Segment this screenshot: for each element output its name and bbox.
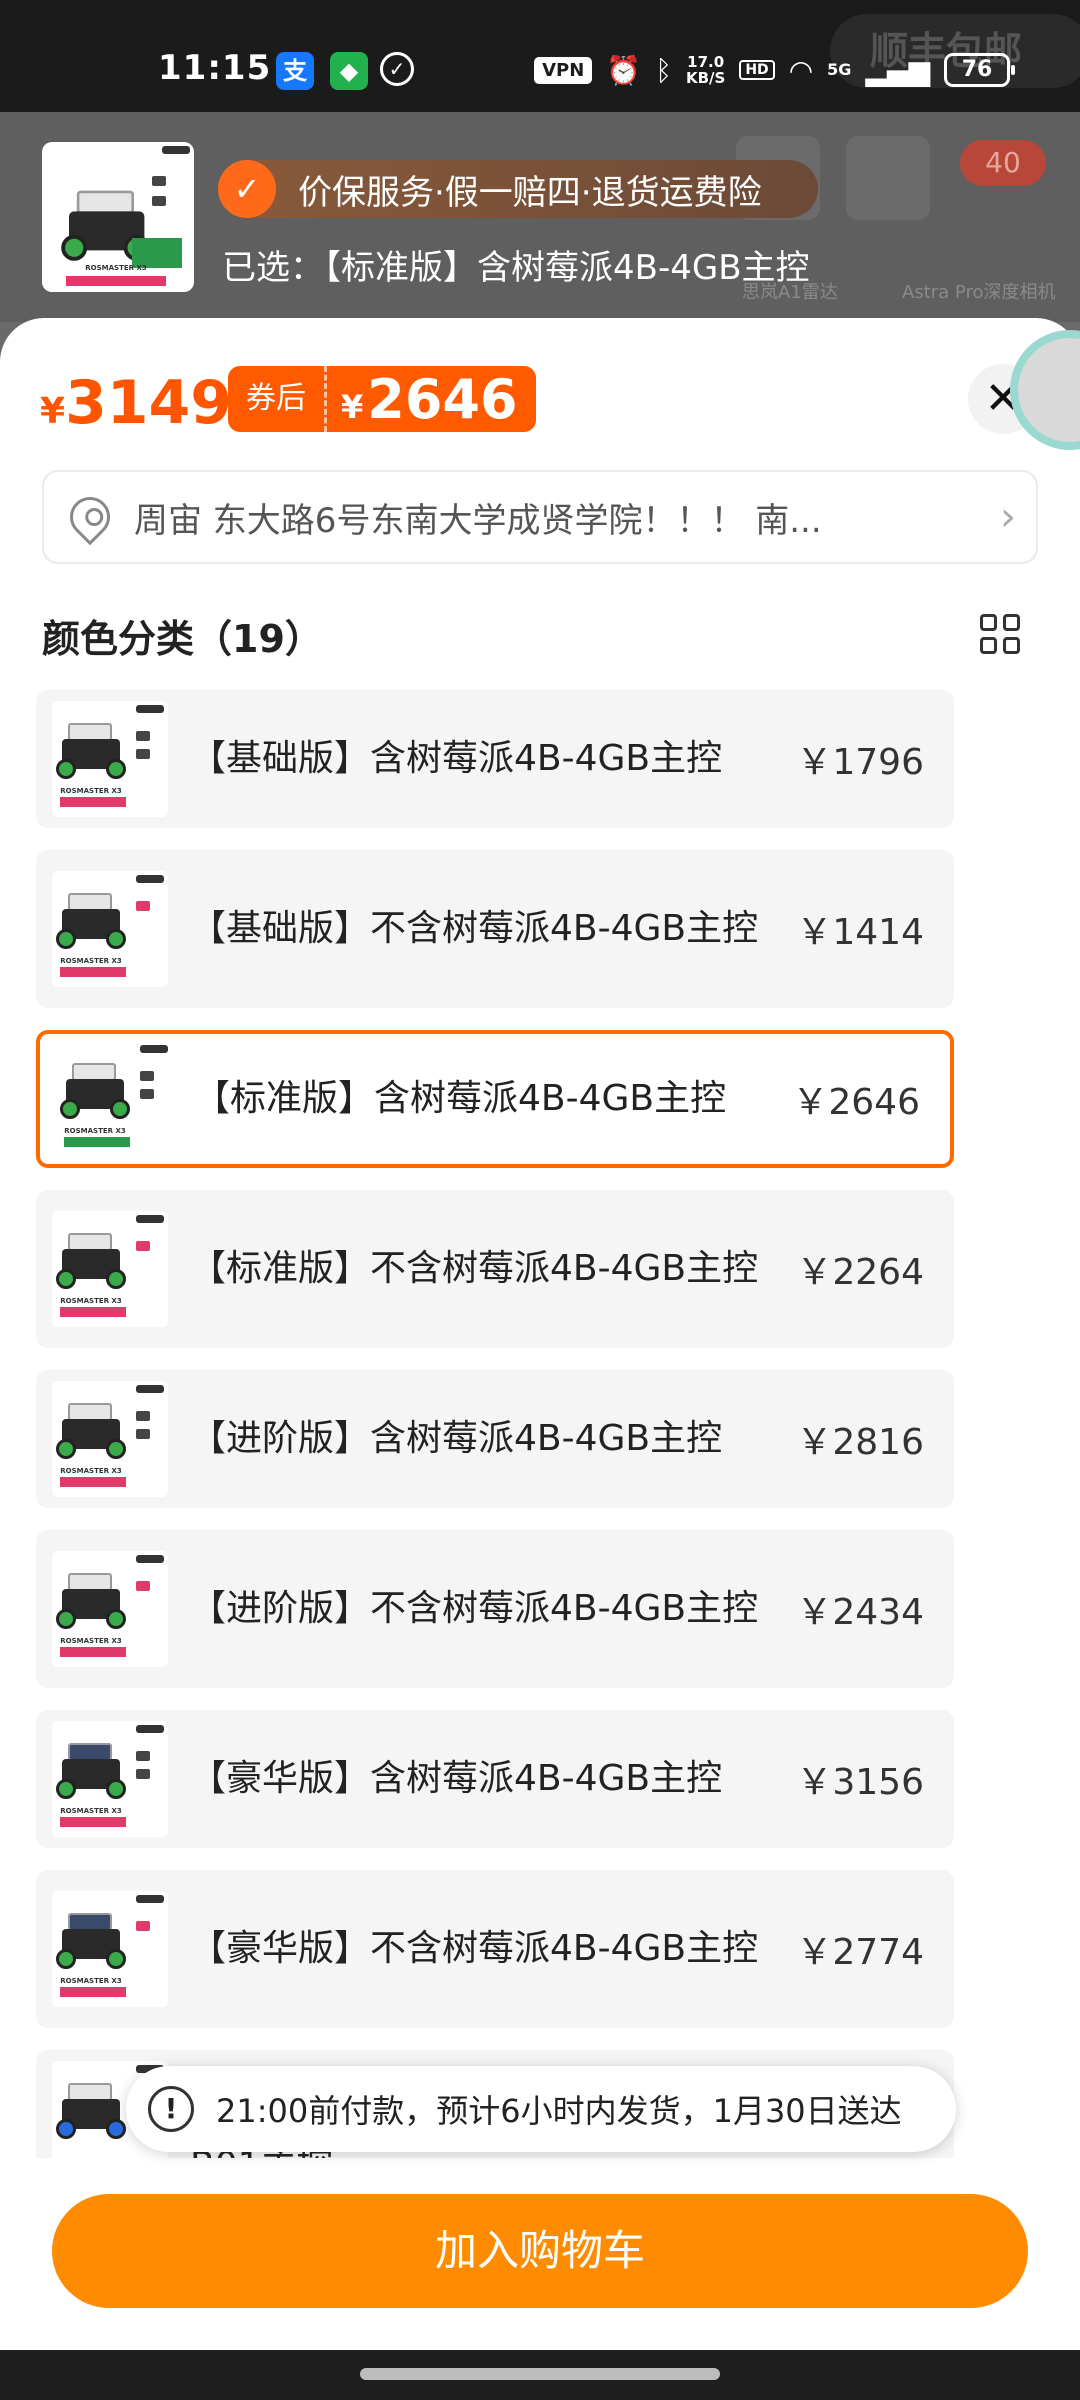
- variant-thumbnail: ROSMASTER X3: [52, 1211, 168, 1327]
- variant-thumbnail: ROSMASTER X3: [52, 1551, 168, 1667]
- network-speed: 17.0 KB/S: [686, 53, 726, 87]
- variant-label: 【标准版】含树莓派4B-4GB主控: [194, 1078, 727, 1119]
- variant-label: 【进阶版】不含树莓派4B-4GB主控: [190, 1588, 759, 1629]
- bg-label: Astra Pro深度相机: [902, 282, 1056, 303]
- variant-price: ￥2264: [796, 1252, 924, 1293]
- wifi-icon: ◠: [788, 53, 814, 87]
- check-circle-icon: ✓: [380, 52, 414, 86]
- variant-price: ￥2816: [796, 1422, 924, 1463]
- variant-label: 【进阶版】含树莓派4B-4GB主控: [190, 1418, 723, 1459]
- clock: 11:15: [158, 48, 272, 88]
- shield-icon: ✓: [218, 160, 276, 218]
- selected-product-thumbnail[interactable]: ROSMASTER X3: [42, 142, 194, 292]
- variant-price: ￥2774: [796, 1932, 924, 1973]
- variant-price: ￥1796: [796, 742, 924, 783]
- bluetooth-icon: ᛒ: [655, 53, 672, 87]
- grid-view-icon[interactable]: [980, 614, 1020, 654]
- variant-thumbnail: ROSMASTER X3: [52, 1891, 168, 2007]
- delivery-notice: ! 21:00前付款，预计6小时内发货，1月30日送达: [126, 2066, 956, 2152]
- variant-option[interactable]: ROSMASTER X3 【标准版】不含树莓派4B-4GB主控 ￥2264: [36, 1190, 954, 1348]
- address-text: 周宙 东大路6号东南大学成贤学院！！！ 南...: [134, 500, 822, 541]
- status-bar: 11:15 支 ◆ ✓ 顺丰包邮 VPN ⏰ ᛒ 17.0 KB/S HD ◠ 5…: [0, 0, 1080, 112]
- sku-selector-sheet: ¥3149 券后 ¥2646 ✕ 周宙 东大路6号东南大学成贤学院！！！ 南..…: [0, 318, 1080, 2400]
- bg-cart-icon: [846, 136, 930, 220]
- guarantee-banner: ✓ 价保服务·假一赔四·退货运费险: [218, 160, 818, 218]
- variant-option[interactable]: ROSMASTER X3 【豪华版】不含树莓派4B-4GB主控 ￥2774: [36, 1870, 954, 2028]
- info-icon: !: [148, 2086, 194, 2132]
- add-to-cart-button[interactable]: 加入购物车: [52, 2194, 1028, 2308]
- variant-option[interactable]: ROSMASTER X3 【豪华版】含树莓派4B-4GB主控 ￥3156: [36, 1710, 954, 1848]
- delivery-notice-text: 21:00前付款，预计6小时内发货，1月30日送达: [216, 2092, 902, 2130]
- variant-option[interactable]: ROSMASTER X3 【基础版】含树莓派4B-4GB主控 ￥1796: [36, 690, 954, 828]
- signal-icon: ▂▄▆: [865, 53, 930, 87]
- variant-price: ￥1414: [796, 912, 924, 953]
- variant-list[interactable]: ROSMASTER X3 【基础版】含树莓派4B-4GB主控 ￥1796 ROS…: [36, 690, 958, 2158]
- battery-icon: 76: [944, 53, 1015, 87]
- variant-thumbnail: ROSMASTER X3: [52, 871, 168, 987]
- variant-label: 【基础版】不含树莓派4B-4GB主控: [190, 908, 759, 949]
- signal-5g: 5G: [827, 60, 852, 79]
- home-indicator[interactable]: [360, 2368, 720, 2380]
- cart-count-badge: 40: [960, 140, 1046, 186]
- app-notification-icon: ◆: [330, 52, 368, 90]
- address-selector[interactable]: 周宙 东大路6号东南大学成贤学院！！！ 南... ›: [42, 470, 1038, 564]
- coupon-price-badge: 券后 ¥2646: [228, 366, 536, 432]
- brand-logo: [162, 146, 190, 154]
- variant-price: ￥2646: [792, 1082, 920, 1123]
- variant-thumbnail: ROSMASTER X3: [56, 1041, 172, 1157]
- alarm-icon: ⏰: [606, 53, 642, 87]
- chevron-right-icon: ›: [1000, 494, 1016, 540]
- vpn-icon: VPN: [534, 56, 593, 84]
- location-pin-icon: [61, 488, 119, 546]
- original-price: ¥3149: [40, 368, 233, 438]
- variant-option[interactable]: ROSMASTER X3 【基础版】不含树莓派4B-4GB主控 ￥1414: [36, 850, 954, 1008]
- variant-price: ￥2434: [796, 1592, 924, 1633]
- variant-option-selected[interactable]: ROSMASTER X3 【标准版】含树莓派4B-4GB主控 ￥2646: [36, 1030, 954, 1168]
- variant-label: 【豪华版】含树莓派4B-4GB主控: [190, 1758, 723, 1799]
- variant-option[interactable]: ROSMASTER X3 【进阶版】含树莓派4B-4GB主控 ￥2816: [36, 1370, 954, 1508]
- variant-label: 【基础版】含树莓派4B-4GB主控: [190, 738, 723, 779]
- variant-thumbnail: ROSMASTER X3: [52, 1721, 168, 1837]
- variant-option[interactable]: ROSMASTER X3 【进阶版】不含树莓派4B-4GB主控 ￥2434: [36, 1530, 954, 1688]
- variant-thumbnail: ROSMASTER X3: [52, 701, 168, 817]
- alipay-icon: 支: [276, 52, 314, 90]
- variant-label: 【标准版】不含树莓派4B-4GB主控: [190, 1248, 759, 1289]
- variant-label: 【豪华版】不含树莓派4B-4GB主控: [190, 1928, 759, 1969]
- selected-variant-text: 已选：【标准版】含树莓派4B-4GB主控: [222, 248, 810, 288]
- variant-thumbnail: ROSMASTER X3: [52, 1381, 168, 1497]
- floating-assistant-icon[interactable]: [1010, 330, 1080, 450]
- hd-icon: HD: [739, 60, 775, 80]
- category-title: 颜色分类（19）: [42, 617, 323, 661]
- variant-price: ￥3156: [796, 1762, 924, 1803]
